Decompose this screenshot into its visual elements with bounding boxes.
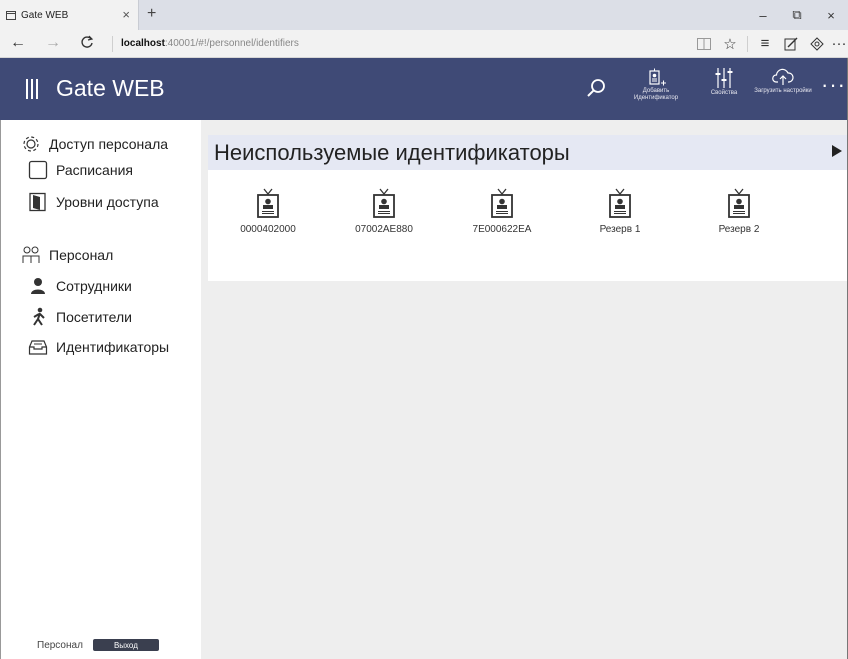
add-identifier-label: Добавить Идентификатор — [633, 88, 679, 101]
sidebar-item-employees[interactable]: Сотрудники — [28, 274, 132, 298]
sidebar-group-label: Персонал — [49, 247, 114, 263]
badge-add-icon — [645, 68, 667, 86]
minimize-button[interactable]: – — [746, 0, 780, 30]
badge-icon — [257, 188, 279, 218]
toolbar-separator — [747, 35, 748, 52]
identifier-card[interactable]: 0000402000 — [220, 188, 316, 235]
load-settings-label: Загрузить настройки — [754, 88, 812, 94]
identifier-list: 0000402000 07002AE880 7E000622EA Резерв … — [208, 170, 848, 281]
identifier-label: 0000402000 — [240, 224, 296, 235]
hub-icon[interactable]: ≡ — [752, 35, 778, 52]
url-path: :40001/#!/personnel/identifiers — [164, 38, 299, 49]
logout-button[interactable]: Выход — [92, 639, 159, 651]
identifier-label: Резерв 1 — [599, 224, 641, 235]
card-tray-icon — [28, 337, 48, 357]
badge-icon — [373, 188, 395, 218]
identifier-card[interactable]: 07002AE880 — [336, 188, 432, 235]
sidebar-item-visitors[interactable]: Посетители — [28, 305, 132, 329]
main-content: Неиспользуемые идентификаторы 0000402000… — [201, 120, 848, 659]
sidebar-item-label: Сотрудники — [56, 278, 132, 294]
badge-icon — [728, 188, 750, 218]
section-header: Неиспользуемые идентификаторы — [208, 135, 848, 170]
tab-page-icon — [6, 10, 16, 20]
identifier-label: 07002AE880 — [355, 224, 413, 235]
new-tab-button[interactable]: + — [147, 5, 156, 23]
more-options-icon[interactable]: ··· — [821, 72, 846, 98]
sidebar-item-access-levels[interactable]: Уровни доступа — [28, 190, 159, 214]
sidebar-item-label: Посетители — [56, 309, 132, 325]
sidebar: Доступ персонала Расписания Уровни досту… — [0, 120, 201, 659]
tab-title: Gate WEB — [21, 9, 69, 21]
sliders-icon — [715, 68, 733, 88]
sidebar-group-personnel[interactable]: Персонал — [21, 243, 113, 267]
identifier-card[interactable]: 7E000622EA — [454, 188, 550, 235]
hamburger-menu-icon[interactable] — [26, 79, 38, 99]
identifier-card[interactable]: Резерв 2 — [691, 188, 787, 235]
url-field[interactable]: localhost:40001/#!/personnel/identifiers — [112, 36, 299, 52]
add-identifier-button[interactable]: Добавить Идентификатор — [626, 68, 686, 102]
cloud-upload-icon — [772, 68, 794, 86]
identifier-label: 7E000622EA — [472, 224, 532, 235]
favorite-star-icon[interactable]: ☆ — [717, 35, 743, 53]
employee-icon — [28, 276, 48, 296]
browser-tab[interactable]: Gate WEB × — [0, 0, 139, 30]
gear-icon — [21, 134, 41, 154]
close-window-button[interactable]: × — [814, 0, 848, 30]
load-settings-button[interactable]: Загрузить настройки — [753, 68, 813, 95]
refresh-icon[interactable] — [80, 35, 94, 49]
sidebar-item-identifiers[interactable]: Идентификаторы — [28, 335, 169, 359]
browser-toolbar: ☆ ≡ ··· — [691, 30, 848, 57]
calendar-icon — [28, 160, 48, 180]
properties-button[interactable]: Свойства — [694, 68, 754, 97]
back-arrow-icon[interactable]: ← — [10, 34, 26, 52]
sidebar-group-staff-access[interactable]: Доступ персонала — [21, 132, 168, 156]
badge-icon — [609, 188, 631, 218]
visitor-icon — [28, 307, 48, 327]
sidebar-group-label: Доступ персонала — [49, 136, 169, 152]
share-icon[interactable] — [804, 36, 830, 51]
app-title: Gate WEB — [56, 75, 165, 101]
page-title: Неиспользуемые идентификаторы — [214, 140, 570, 165]
door-icon — [28, 192, 48, 212]
address-bar: ← → localhost:40001/#!/personnel/identif… — [0, 30, 848, 58]
reading-view-icon[interactable] — [691, 37, 717, 50]
url-host: localhost — [121, 38, 165, 49]
search-icon[interactable] — [585, 77, 607, 99]
current-section-label: Персонал — [37, 639, 83, 651]
restore-button[interactable]: ⧉ — [780, 0, 814, 30]
identifier-label: Резерв 2 — [718, 224, 760, 235]
browser-tab-bar: Gate WEB × + – ⧉ × — [0, 0, 848, 30]
identifier-card[interactable]: Резерв 1 — [572, 188, 668, 235]
tab-close-icon[interactable]: × — [122, 7, 130, 22]
badge-icon — [491, 188, 513, 218]
expand-arrow-icon[interactable] — [832, 145, 842, 157]
properties-label: Свойства — [710, 90, 738, 96]
sidebar-item-label: Расписания — [56, 162, 133, 178]
sidebar-item-label: Идентификаторы — [56, 339, 170, 355]
sidebar-footer: Персонал Выход — [1, 639, 201, 651]
web-note-icon[interactable] — [778, 37, 804, 51]
app-header: Gate WEB Добавить Идентификатор Свойства… — [0, 58, 848, 120]
people-icon — [21, 245, 41, 265]
sidebar-item-label: Уровни доступа — [56, 194, 159, 210]
window-controls: – ⧉ × — [746, 0, 848, 30]
sidebar-item-schedules[interactable]: Расписания — [28, 158, 133, 182]
browser-more-icon[interactable]: ··· — [830, 35, 848, 52]
forward-arrow-icon[interactable]: → — [45, 34, 61, 52]
